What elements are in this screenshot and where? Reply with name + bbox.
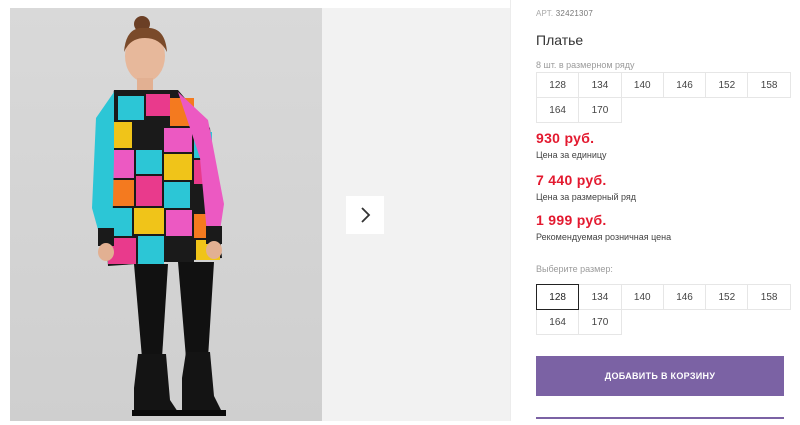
pack-sizes-note: 8 шт. в размерном ряду [536,60,635,70]
pack-price-label: Цена за размерный ряд [536,192,637,202]
pack-size-cell: 140 [620,72,664,98]
product-photo[interactable] [10,8,322,421]
sku-label: АРТ. [536,9,554,18]
pack-size-cell: 146 [662,72,707,98]
pack-price: 7 440 руб. [536,172,607,188]
pack-size-cell: 164 [536,97,580,123]
divider [510,0,511,421]
sku: АРТ. 32421307 [536,9,593,18]
choose-size-label: Выберите размер: [536,264,613,274]
size-option-134[interactable]: 134 [578,284,622,310]
retail-price: 1 999 руб. [536,212,607,228]
size-option-170[interactable]: 170 [578,309,622,335]
unit-price-label: Цена за единицу [536,150,607,160]
size-option-152[interactable]: 152 [705,284,749,310]
size-option-128[interactable]: 128 [536,284,580,310]
size-option-158[interactable]: 158 [747,284,791,310]
unit-price: 930 руб. [536,130,595,146]
pack-sizes-grid: 128 134 140 146 152 158 164 170 [536,72,791,123]
size-selector: 128 134 140 146 152 158 164 170 [536,284,791,335]
sku-value: 32421307 [555,9,593,18]
size-option-164[interactable]: 164 [536,309,580,335]
size-option-146[interactable]: 146 [662,284,707,310]
pack-size-cell: 152 [705,72,749,98]
pack-size-cell: 134 [578,72,622,98]
next-photo-button[interactable] [346,196,384,234]
retail-price-label: Рекомендуемая розничная цена [536,232,672,242]
secondary-button-edge[interactable] [536,417,784,425]
chevron-right-icon [361,207,371,223]
pack-size-cell: 158 [747,72,791,98]
size-option-140[interactable]: 140 [620,284,664,310]
product-title: Платье [536,32,584,48]
girl-in-dress-illustration [92,16,226,416]
pack-size-cell: 170 [578,97,622,123]
pack-size-cell: 128 [536,72,580,98]
add-to-cart-button[interactable]: ДОБАВИТЬ В КОРЗИНУ [536,356,784,396]
product-gallery [0,0,510,421]
